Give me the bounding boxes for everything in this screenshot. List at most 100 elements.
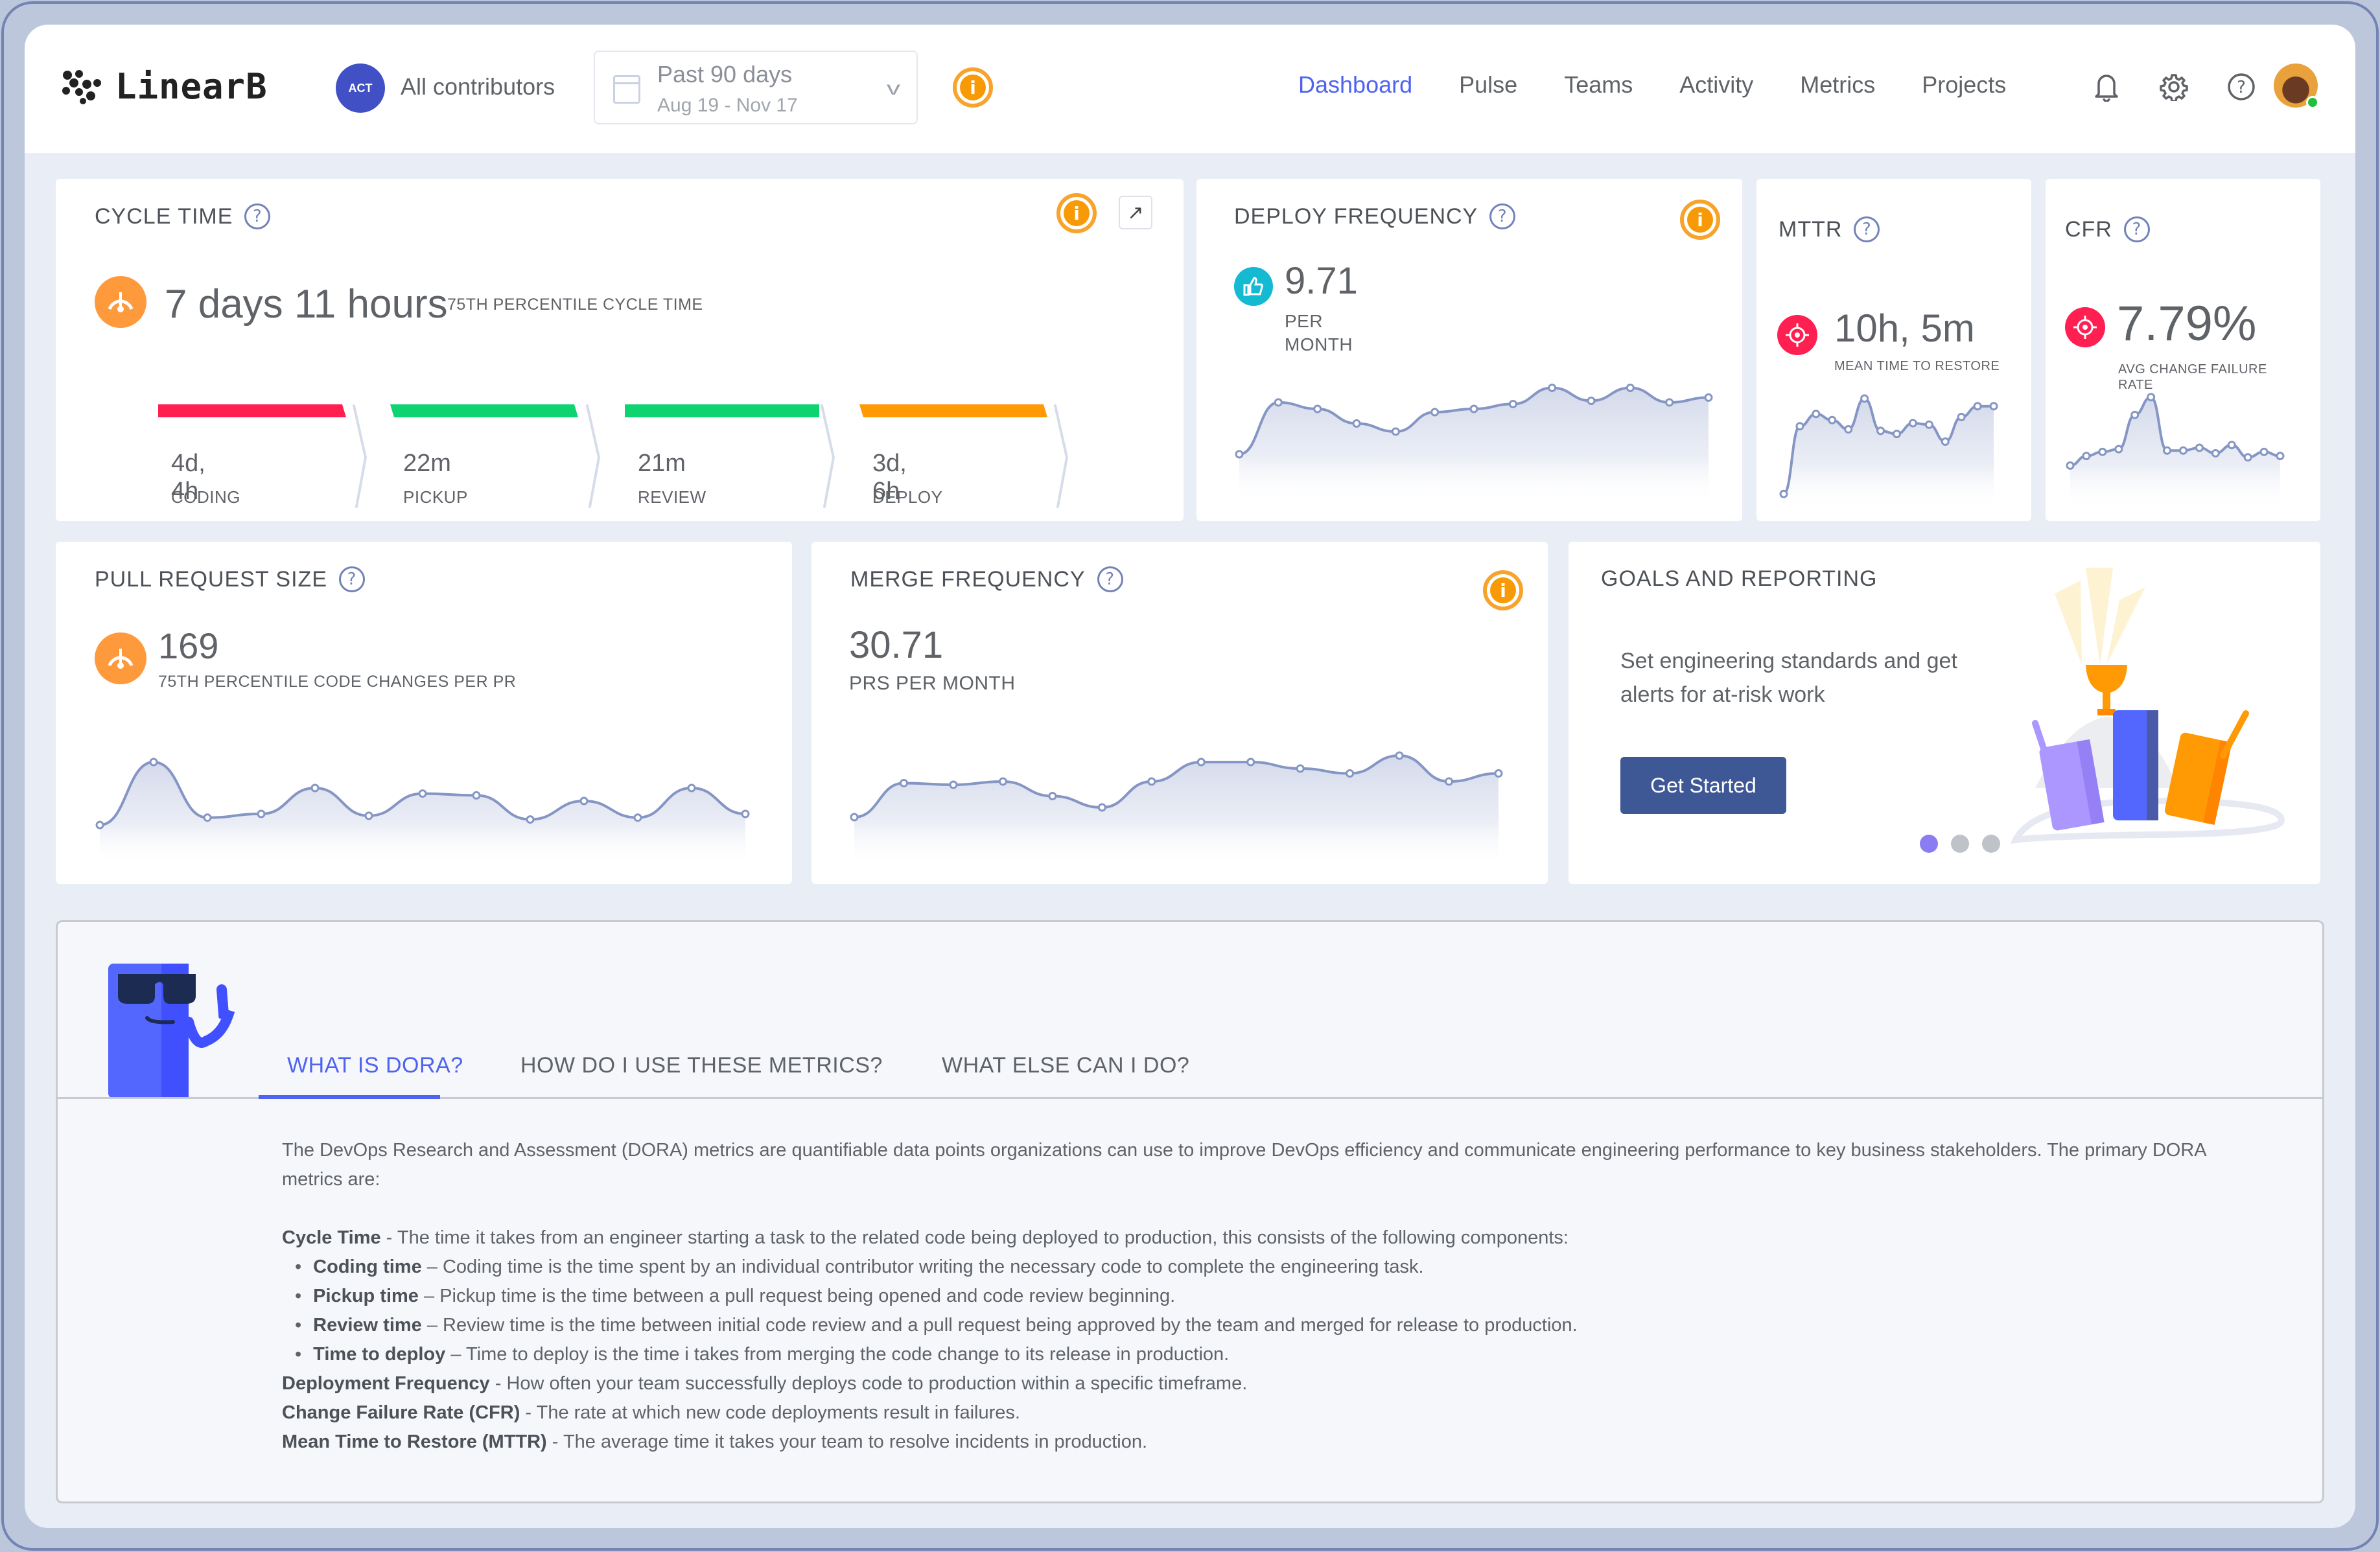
mttr-card[interactable]: MTTR ? 10h, 5m MEAN TIME TO RESTORE [1756, 179, 2031, 521]
chart-point [687, 783, 696, 793]
cfr-value: 7.79% [2117, 296, 2257, 351]
definition-review-time: Review time – Review time is the time be… [282, 1311, 2226, 1340]
top-header: LinearB ACT All contributors Past 90 day… [25, 25, 2355, 153]
mttr-chart [1779, 394, 1998, 509]
carousel-dot-3[interactable] [1982, 835, 2000, 853]
chart-point [1828, 415, 1837, 424]
trophy-icon [2086, 665, 2127, 693]
chart-point [2178, 446, 2188, 455]
definition-deployment-frequency: Deployment Frequency - How often your te… [282, 1373, 1248, 1394]
chart-point [1665, 398, 1674, 407]
user-avatar[interactable] [2274, 64, 2319, 109]
gear-icon[interactable] [2157, 70, 2191, 104]
chart-point [1346, 769, 1355, 778]
chart-point [2276, 452, 2285, 461]
chart-point [1779, 489, 1788, 498]
chart-point [1860, 394, 1869, 403]
chart-point [2147, 393, 2156, 402]
nav-dashboard[interactable]: Dashboard [1298, 71, 1412, 98]
chart-point [1395, 751, 1404, 760]
chart-point [1812, 410, 1821, 419]
definition-time-to-deploy: Time to deploy – Time to deploy is the t… [282, 1340, 2226, 1369]
chart-point [1235, 450, 1244, 459]
definition-cfr: Change Failure Rate (CFR) - The rate at … [282, 1402, 1020, 1423]
merge-frequency-chart [850, 751, 1503, 866]
card-title: CFR ? [2065, 216, 2150, 242]
definition-coding-time: Coding time – Coding time is the time sp… [282, 1253, 2226, 1282]
mttr-caption: MEAN TIME TO RESTORE [1834, 359, 2000, 373]
deploy-frequency-chart [1235, 384, 1713, 503]
help-circle-icon[interactable]: ? [339, 566, 365, 592]
chart-point [1391, 427, 1400, 436]
logo[interactable]: LinearB [60, 66, 268, 107]
chart-point [257, 809, 266, 818]
cfr-card[interactable]: CFR ? 7.79% AVG CHANGE FAILURE RATE [2046, 179, 2320, 521]
intro-paragraph: The DevOps Research and Assessment (DORA… [282, 1140, 2206, 1190]
card-title: MTTR ? [1779, 216, 1880, 242]
chevron-separator [821, 404, 835, 508]
get-started-button[interactable]: Get Started [1620, 757, 1786, 814]
chart-point [364, 811, 373, 820]
deploy-frequency-value: 9.71 [1285, 260, 1358, 302]
pr-size-caption: 75TH PERCENTILE CODE CHANGES PER PR [158, 673, 517, 691]
svg-text:?: ? [2237, 78, 2246, 97]
definition-mttr: Mean Time to Restore (MTTR) - The averag… [282, 1431, 1148, 1452]
chart-point [149, 758, 158, 767]
linearb-logo-icon [62, 69, 101, 104]
help-circle-icon[interactable]: ? [1489, 203, 1516, 229]
card-title: MERGE FREQUENCY ? [850, 566, 1123, 592]
chart-point [418, 789, 427, 798]
nav-pulse[interactable]: Pulse [1459, 71, 1517, 98]
chart-point [526, 815, 535, 824]
chart-point [2227, 441, 2236, 450]
help-circle-icon[interactable]: ? [2123, 216, 2150, 242]
chart-point [1494, 769, 1503, 778]
help-icon[interactable]: ? [2224, 70, 2258, 104]
chart-point [2211, 448, 2220, 457]
tab-what-is-dora[interactable]: WHAT IS DORA? [287, 1053, 463, 1078]
pr-size-card[interactable]: PULL REQUEST SIZE ? 169 75TH PERCENTILE … [56, 542, 792, 884]
merge-frequency-value: 30.71 [849, 624, 944, 666]
chart-point [1941, 437, 1950, 446]
trophy-illustration [2010, 568, 2285, 844]
chart-point [1469, 404, 1478, 413]
contributor-badge[interactable]: ACT [336, 64, 385, 113]
date-range-dates: Aug 19 - Nov 17 [657, 95, 798, 116]
chart-point [1876, 426, 1885, 435]
carousel-dot-2[interactable] [1951, 835, 1969, 853]
carousel-dot-1[interactable] [1920, 835, 1938, 853]
chart-point [1892, 430, 1901, 439]
chart-point [1908, 419, 1917, 428]
dora-description: The DevOps Research and Assessment (DORA… [282, 1136, 2226, 1457]
cycle-time-card[interactable]: CYCLE TIME ? i ↗ 7 days 11 hours 75TH PE… [56, 179, 1184, 521]
header-icons: ? [2090, 70, 2258, 104]
tab-what-else[interactable]: WHAT ELSE CAN I DO? [942, 1053, 1189, 1078]
nav-projects[interactable]: Projects [1922, 71, 2006, 98]
nav-activity[interactable]: Activity [1679, 71, 1753, 98]
chart-point [2098, 447, 2107, 456]
chart-point [1048, 792, 1057, 800]
mttr-value: 10h, 5m [1834, 307, 1975, 350]
online-status-dot [2306, 96, 2319, 109]
nav-teams[interactable]: Teams [1564, 71, 1633, 98]
goals-card[interactable]: GOALS AND REPORTING Set engineering stan… [1569, 542, 2320, 884]
chart-point [2066, 461, 2075, 470]
contributor-selector[interactable]: All contributors [401, 73, 555, 100]
help-circle-icon[interactable]: ? [1097, 566, 1123, 592]
date-range-picker[interactable]: Past 90 days Aug 19 - Nov 17 v [594, 51, 918, 124]
deploy-frequency-card[interactable]: DEPLOY FREQUENCY ? i 9.71 PER MONTH [1196, 179, 1742, 521]
cfr-chart [2066, 393, 2285, 509]
tab-how-to-use[interactable]: HOW DO I USE THESE METRICS? [520, 1053, 883, 1078]
carousel-dots [1920, 835, 2000, 853]
info-alert-icon[interactable]: i [953, 67, 993, 108]
definition-cycle-time: Cycle Time - The time it takes from an e… [282, 1227, 1569, 1248]
chart-point [949, 780, 958, 789]
info-alert-icon[interactable]: i [1483, 570, 1523, 610]
chart-point [579, 796, 589, 805]
info-alert-icon[interactable]: i [1680, 200, 1720, 240]
nav-metrics[interactable]: Metrics [1800, 71, 1875, 98]
bell-icon[interactable] [2090, 70, 2123, 104]
help-circle-icon[interactable]: ? [1854, 216, 1880, 242]
main-nav: Dashboard Pulse Teams Activity Metrics P… [1298, 71, 2053, 98]
merge-frequency-card[interactable]: MERGE FREQUENCY ? i 30.71 PRS PER MONTH [811, 542, 1548, 884]
